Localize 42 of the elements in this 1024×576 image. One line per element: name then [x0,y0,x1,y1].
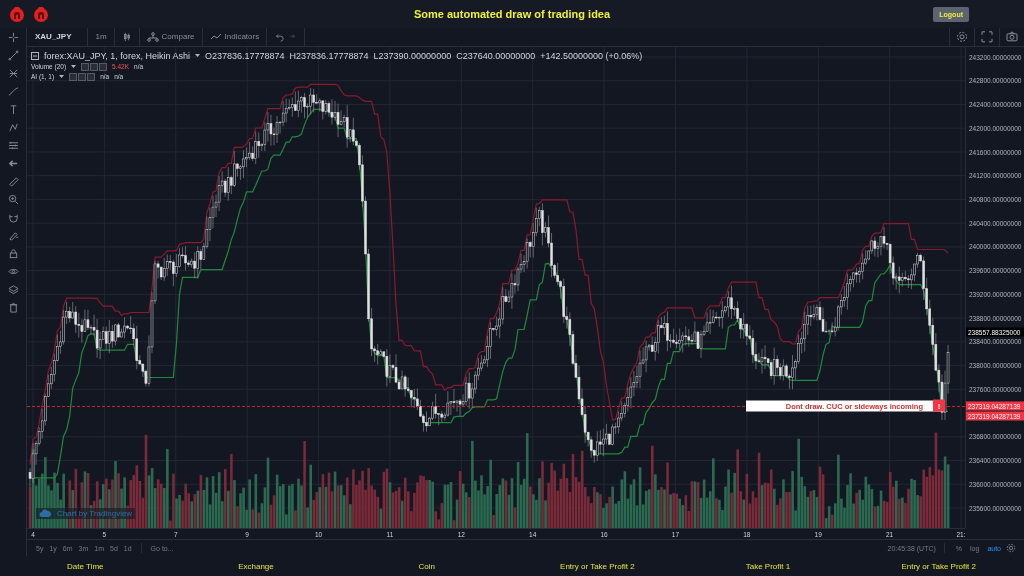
column-label: Entry or Take Profit 2 [559,561,636,571]
ruler-icon[interactable] [7,176,19,187]
indicators-button[interactable]: Indicators [202,28,268,46]
fork-icon[interactable] [7,68,19,79]
compare-button[interactable]: Compare [139,28,203,46]
ohlc-value: C237640.00000000 [456,50,536,61]
collapse-icon[interactable] [31,51,39,60]
column-label: Entry or Take Profit 2 [900,561,977,571]
series-title: forex:XAU_JPY, 1, forex, Heikin Ashi [44,50,190,61]
caret-icon[interactable] [194,53,200,58]
crosshair-icon[interactable] [7,32,19,43]
alert-button[interactable]: ! [933,399,945,412]
brush-icon[interactable] [7,230,19,241]
column-label: Take Profit 1 [744,561,792,571]
ohlc-value: L237390.00000000 [373,50,452,61]
pattern-icon[interactable] [7,122,19,133]
symbol-field[interactable]: XAU_JPY [27,28,89,46]
zoom-in-icon[interactable] [7,194,19,205]
magnet-icon[interactable] [7,212,19,223]
trend-line-icon[interactable] [209,31,222,42]
undo-icon[interactable] [274,31,285,42]
ohlc-value: O237836.17778874 [204,50,285,61]
eye-icon[interactable] [7,266,19,277]
column-label: Exchange [237,561,275,571]
column-label: Date Time [66,561,105,571]
page-title: Some automated draw of trading idea [413,8,611,20]
trash-icon[interactable] [7,302,19,313]
ohlc-value: +142.50000000 (+0.06%) [540,50,643,61]
candles-icon[interactable] [121,31,132,42]
interval-button[interactable]: 1m [88,28,115,46]
curve-icon[interactable] [7,86,19,97]
settings-icon[interactable] [1006,543,1016,554]
column-label: Coin [417,561,436,571]
compare-icon[interactable] [146,31,159,42]
back-arrow-icon[interactable] [7,158,19,169]
cloud-icon [39,508,51,518]
logo-icon [32,6,50,22]
line-icon[interactable] [7,50,19,61]
logo-icon [8,6,26,22]
lock-icon[interactable] [7,248,19,259]
ohlc-value: H237836.17778874 [289,50,369,61]
layers-icon[interactable] [7,284,19,295]
